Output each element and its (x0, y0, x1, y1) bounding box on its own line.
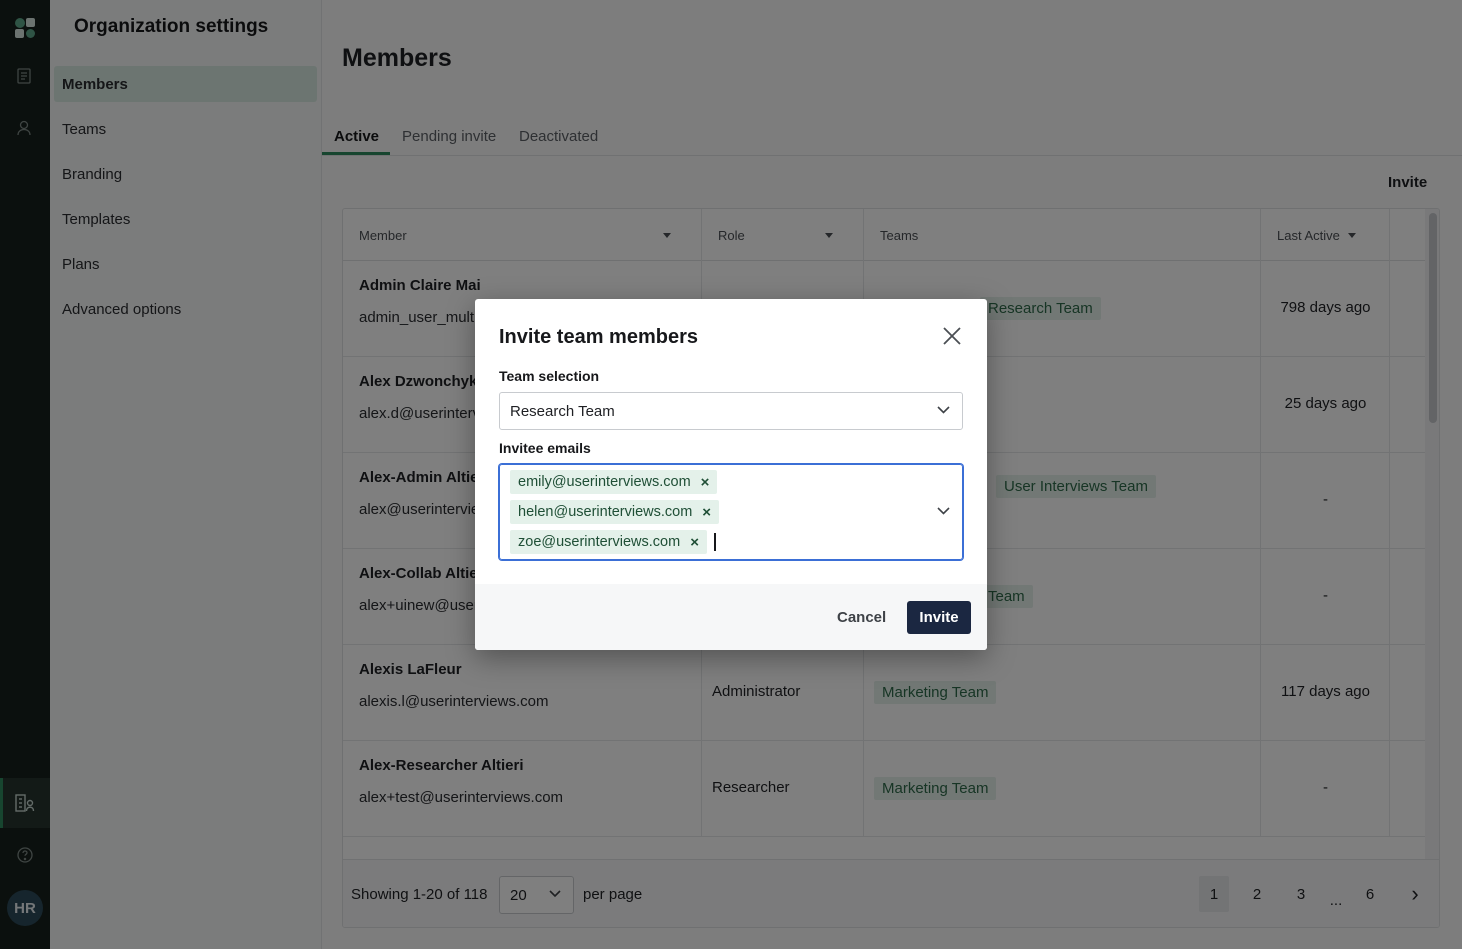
remove-chip-icon[interactable]: × (701, 474, 710, 491)
text-cursor (714, 533, 716, 551)
modal-title: Invite team members (499, 326, 698, 348)
modal-footer: Cancel Invite (475, 584, 987, 650)
chevron-down-icon (937, 406, 950, 414)
invite-submit-button[interactable]: Invite (907, 601, 971, 634)
team-select[interactable]: Research Team (499, 392, 963, 430)
email-chip: zoe@userinterviews.com × (510, 530, 707, 554)
team-select-value: Research Team (510, 402, 615, 420)
email-chip: emily@userinterviews.com × (510, 470, 718, 494)
team-selection-label: Team selection (499, 368, 600, 384)
email-chip: helen@userinterviews.com × (510, 500, 720, 524)
remove-chip-icon[interactable]: × (702, 504, 711, 521)
cancel-button[interactable]: Cancel (825, 601, 898, 633)
invite-modal: Invite team members Team selection Resea… (475, 299, 987, 650)
chevron-down-icon[interactable] (937, 507, 950, 515)
close-icon[interactable] (941, 325, 963, 347)
remove-chip-icon[interactable]: × (690, 534, 699, 551)
invitee-emails-input[interactable]: emily@userinterviews.com × helen@userinte… (499, 464, 963, 560)
invitee-emails-label: Invitee emails (499, 440, 591, 456)
